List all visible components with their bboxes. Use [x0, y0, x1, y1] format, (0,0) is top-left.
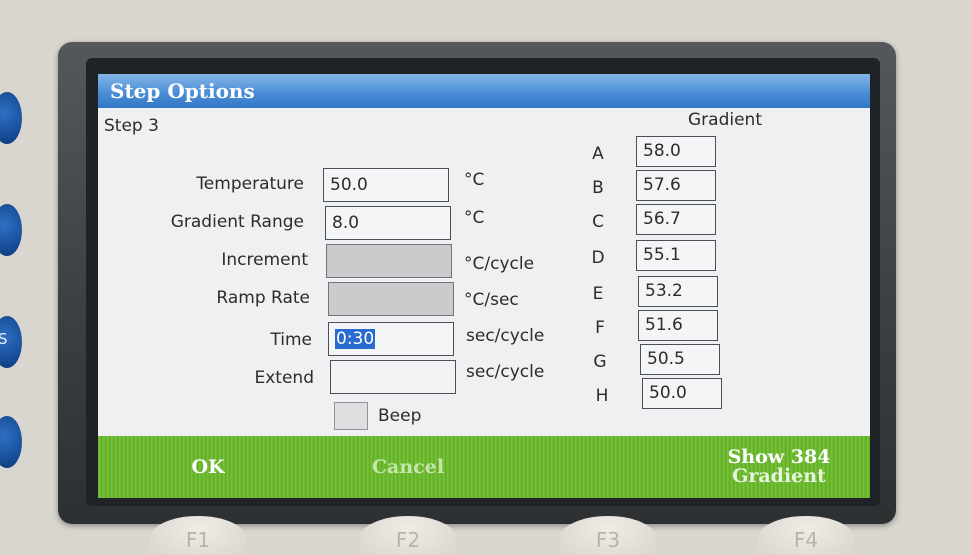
increment-unit: °C/cycle	[464, 254, 535, 274]
title-bar: Step Options	[98, 74, 870, 108]
gradient-letter-f: F	[595, 318, 605, 338]
cancel-softkey-label: Cancel	[371, 455, 445, 478]
beep-checkbox[interactable]	[334, 402, 368, 430]
blank-softkey[interactable]	[498, 436, 688, 498]
time-label: Time	[270, 330, 312, 350]
ok-softkey-label: OK	[191, 455, 225, 478]
extend-field[interactable]	[330, 360, 456, 394]
gradient-letter-e: E	[592, 284, 604, 304]
gradient-letter-d: D	[591, 248, 605, 268]
gradient-value-c-text: 56.7	[643, 209, 681, 229]
side-button-label: S	[0, 330, 8, 348]
f1-key[interactable]: F1	[150, 516, 246, 555]
gradient-letter-c: C	[592, 212, 604, 232]
gradient-value-a: 58.0	[636, 136, 716, 167]
side-hardware-button-3[interactable]: S	[0, 316, 22, 368]
time-unit: sec/cycle	[466, 326, 545, 346]
gradient-range-value: 8.0	[332, 213, 360, 233]
cancel-softkey[interactable]: Cancel	[318, 436, 498, 498]
gradient-value-h-text: 50.0	[649, 383, 687, 403]
f3-key-label: F3	[595, 528, 621, 552]
f4-key[interactable]: F4	[758, 516, 854, 555]
temperature-unit: °C	[464, 170, 485, 190]
gradient-value-e: 53.2	[638, 276, 718, 307]
gradient-value-c: 56.7	[636, 204, 716, 235]
gradient-header: Gradient	[688, 110, 762, 130]
gradient-value-b-text: 57.6	[643, 175, 681, 195]
gradient-value-h: 50.0	[642, 378, 722, 409]
temperature-value: 50.0	[330, 175, 368, 195]
temperature-field[interactable]: 50.0	[323, 168, 449, 202]
step-label: Step 3	[104, 116, 159, 136]
dialog-title: Step Options	[110, 79, 255, 103]
gradient-letter-h: H	[595, 386, 609, 406]
extend-unit: sec/cycle	[466, 362, 545, 382]
gradient-range-label: Gradient Range	[170, 212, 304, 232]
f2-key[interactable]: F2	[360, 516, 456, 555]
gradient-value-e-text: 53.2	[645, 281, 683, 301]
f2-key-label: F2	[395, 528, 421, 552]
increment-label: Increment	[221, 250, 308, 270]
gradient-value-f: 51.6	[638, 310, 718, 341]
gradient-value-a-text: 58.0	[643, 141, 681, 161]
f1-key-label: F1	[185, 528, 211, 552]
increment-field[interactable]	[326, 244, 452, 278]
extend-label: Extend	[254, 368, 315, 388]
ok-softkey[interactable]: OK	[98, 436, 318, 498]
f3-key[interactable]: F3	[560, 516, 656, 555]
gradient-value-f-text: 51.6	[645, 315, 683, 335]
f4-key-label: F4	[793, 528, 819, 552]
temperature-label: Temperature	[196, 174, 304, 194]
gradient-letter-b: B	[592, 178, 604, 198]
ramp-rate-unit: °C/sec	[464, 290, 519, 310]
lcd-screen: Step Options Step 3 Gradient Temperature…	[98, 74, 870, 498]
time-value-selected: 0:30	[335, 329, 376, 349]
gradient-range-unit: °C	[464, 208, 485, 228]
side-hardware-button-2[interactable]	[0, 204, 22, 256]
gradient-value-g-text: 50.5	[647, 349, 685, 369]
gradient-value-g: 50.5	[640, 344, 720, 375]
gradient-value-d-text: 55.1	[643, 245, 681, 265]
ramp-rate-label: Ramp Rate	[216, 288, 310, 308]
side-hardware-button-4[interactable]	[0, 416, 22, 468]
show-384-gradient-softkey[interactable]: Show 384 Gradient	[688, 436, 870, 498]
time-field[interactable]: 0:30	[328, 322, 454, 356]
ramp-rate-field[interactable]	[328, 282, 454, 316]
show-gradient-line2: Gradient	[732, 465, 826, 487]
gradient-letter-a: A	[592, 144, 604, 164]
side-hardware-button-1[interactable]	[0, 92, 22, 144]
beep-label: Beep	[378, 406, 422, 426]
gradient-value-b: 57.6	[636, 170, 716, 201]
gradient-range-field[interactable]: 8.0	[325, 206, 451, 240]
gradient-letter-g: G	[593, 352, 607, 372]
gradient-value-d: 55.1	[636, 240, 716, 271]
